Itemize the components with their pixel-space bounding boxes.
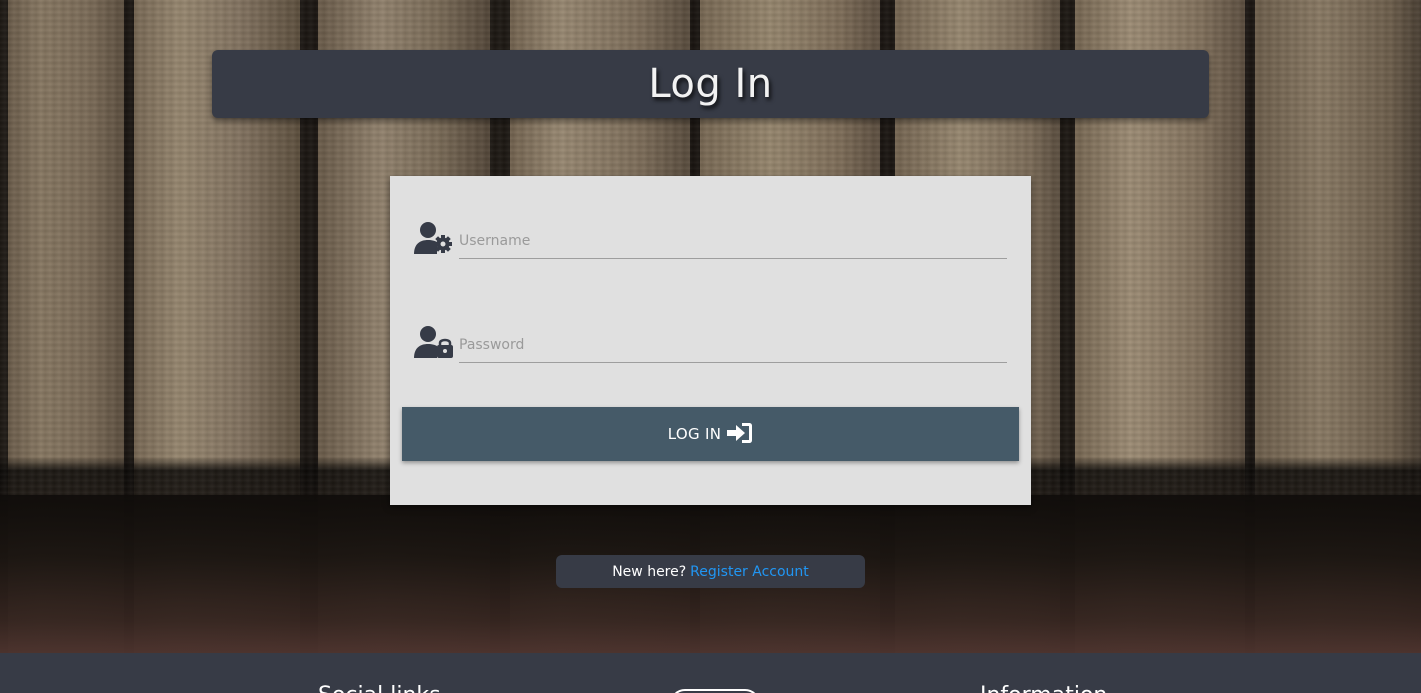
user-lock-icon	[414, 326, 453, 358]
sign-in-icon	[727, 422, 753, 443]
login-page: Log In Username LOG IN New here? Registe…	[0, 0, 1421, 693]
password-input[interactable]	[459, 328, 1007, 363]
username-input[interactable]	[459, 224, 1007, 259]
footer-info-heading: Information	[980, 683, 1107, 693]
password-field-group	[414, 322, 1007, 370]
title-bar: Log In	[212, 50, 1209, 118]
footer-toggle[interactable]	[670, 689, 760, 693]
login-form: LOG IN	[390, 176, 1031, 505]
user-gear-icon	[414, 222, 452, 254]
register-prompt-text: New here?	[612, 563, 687, 580]
register-prompt-box: New here? Register Account	[556, 555, 865, 588]
username-field-group	[414, 218, 1007, 266]
login-button-label: LOG IN	[667, 425, 722, 443]
login-button[interactable]: LOG IN	[402, 407, 1019, 461]
page-title: Log In	[648, 61, 773, 107]
footer-social-heading: Social links	[318, 683, 441, 693]
register-account-link[interactable]: Register Account	[690, 564, 809, 580]
footer: Social links Information	[0, 653, 1421, 693]
